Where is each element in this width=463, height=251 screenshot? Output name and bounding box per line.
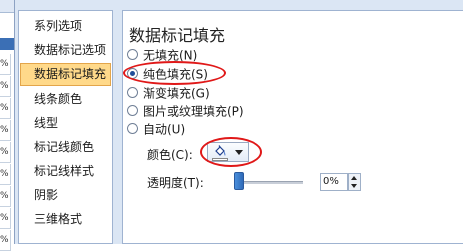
background-cell: %: [0, 186, 11, 207]
category-series-options[interactable]: 系列选项: [20, 15, 111, 38]
category-shadow[interactable]: 阴影: [20, 184, 111, 207]
background-cell: %: [0, 98, 11, 119]
color-label: 颜色(C):: [147, 148, 193, 162]
background-cell: %: [0, 76, 11, 97]
background-cell: %: [0, 164, 11, 185]
fill-option-label: 图片或纹理填充(P): [143, 104, 244, 119]
color-swatch: [212, 158, 228, 161]
category-marker-line-color[interactable]: 标记线颜色: [20, 136, 111, 159]
category-3d-format[interactable]: 三维格式: [20, 208, 111, 231]
transparency-spinner[interactable]: [348, 173, 361, 191]
category-line-style[interactable]: 线型: [20, 112, 111, 135]
fill-option-gradient[interactable]: 渐变填充(G): [127, 83, 210, 103]
fill-option-label: 无填充(N): [143, 48, 198, 63]
category-marker-options[interactable]: 数据标记选项: [20, 39, 111, 62]
radio-button[interactable]: [127, 123, 138, 134]
background-cell: %: [0, 208, 11, 229]
fill-option-picture[interactable]: 图片或纹理填充(P): [127, 101, 244, 121]
fill-option-solid[interactable]: 纯色填充(S): [127, 64, 208, 84]
radio-button[interactable]: [127, 49, 138, 60]
radio-button[interactable]: [127, 105, 138, 116]
format-data-series-dialog: 系列选项 数据标记选项 数据标记填充 线条颜色 线型 标记线颜色 标记线样式 阴…: [14, 0, 463, 244]
category-line-color[interactable]: 线条颜色: [20, 88, 111, 111]
fill-option-none[interactable]: 无填充(N): [127, 45, 197, 65]
fill-option-automatic[interactable]: 自动(U): [127, 119, 185, 139]
category-marker-fill[interactable]: 数据标记填充: [20, 63, 111, 86]
background-cell: %: [0, 120, 11, 141]
fill-option-label: 渐变填充(G): [143, 86, 210, 101]
panel-title: 数据标记填充: [129, 26, 226, 45]
paint-bucket-icon: [215, 145, 226, 156]
fill-option-label: 自动(U): [143, 122, 186, 137]
dropdown-arrow-icon: [235, 150, 243, 155]
transparency-label: 透明度(T):: [147, 176, 204, 190]
background-cell: %: [0, 54, 11, 75]
background-cell: %: [0, 142, 11, 163]
background-header: [0, 0, 14, 13]
radio-button-checked[interactable]: [127, 68, 138, 79]
category-list: 系列选项 数据标记选项 数据标记填充 线条颜色 线型 标记线颜色 标记线样式 阴…: [18, 10, 113, 244]
spin-down-icon[interactable]: [351, 184, 357, 188]
background-selection: [0, 38, 14, 50]
transparency-slider-track[interactable]: [237, 181, 303, 184]
fill-settings-panel: 数据标记填充 无填充(N) 纯色填充(S) 渐变填充(G) 图片或纹理填充(P)…: [122, 10, 463, 244]
spin-up-icon[interactable]: [351, 176, 357, 180]
transparency-slider-thumb[interactable]: [234, 172, 244, 190]
background-spreadsheet: % % % % % % % % %: [0, 0, 14, 251]
category-marker-line-style[interactable]: 标记线样式: [20, 160, 111, 183]
transparency-input[interactable]: 0%: [320, 173, 348, 191]
radio-button[interactable]: [127, 87, 138, 98]
background-cell: %: [0, 230, 11, 251]
fill-option-label: 纯色填充(S): [143, 67, 208, 82]
fill-color-dropdown[interactable]: [207, 142, 249, 162]
